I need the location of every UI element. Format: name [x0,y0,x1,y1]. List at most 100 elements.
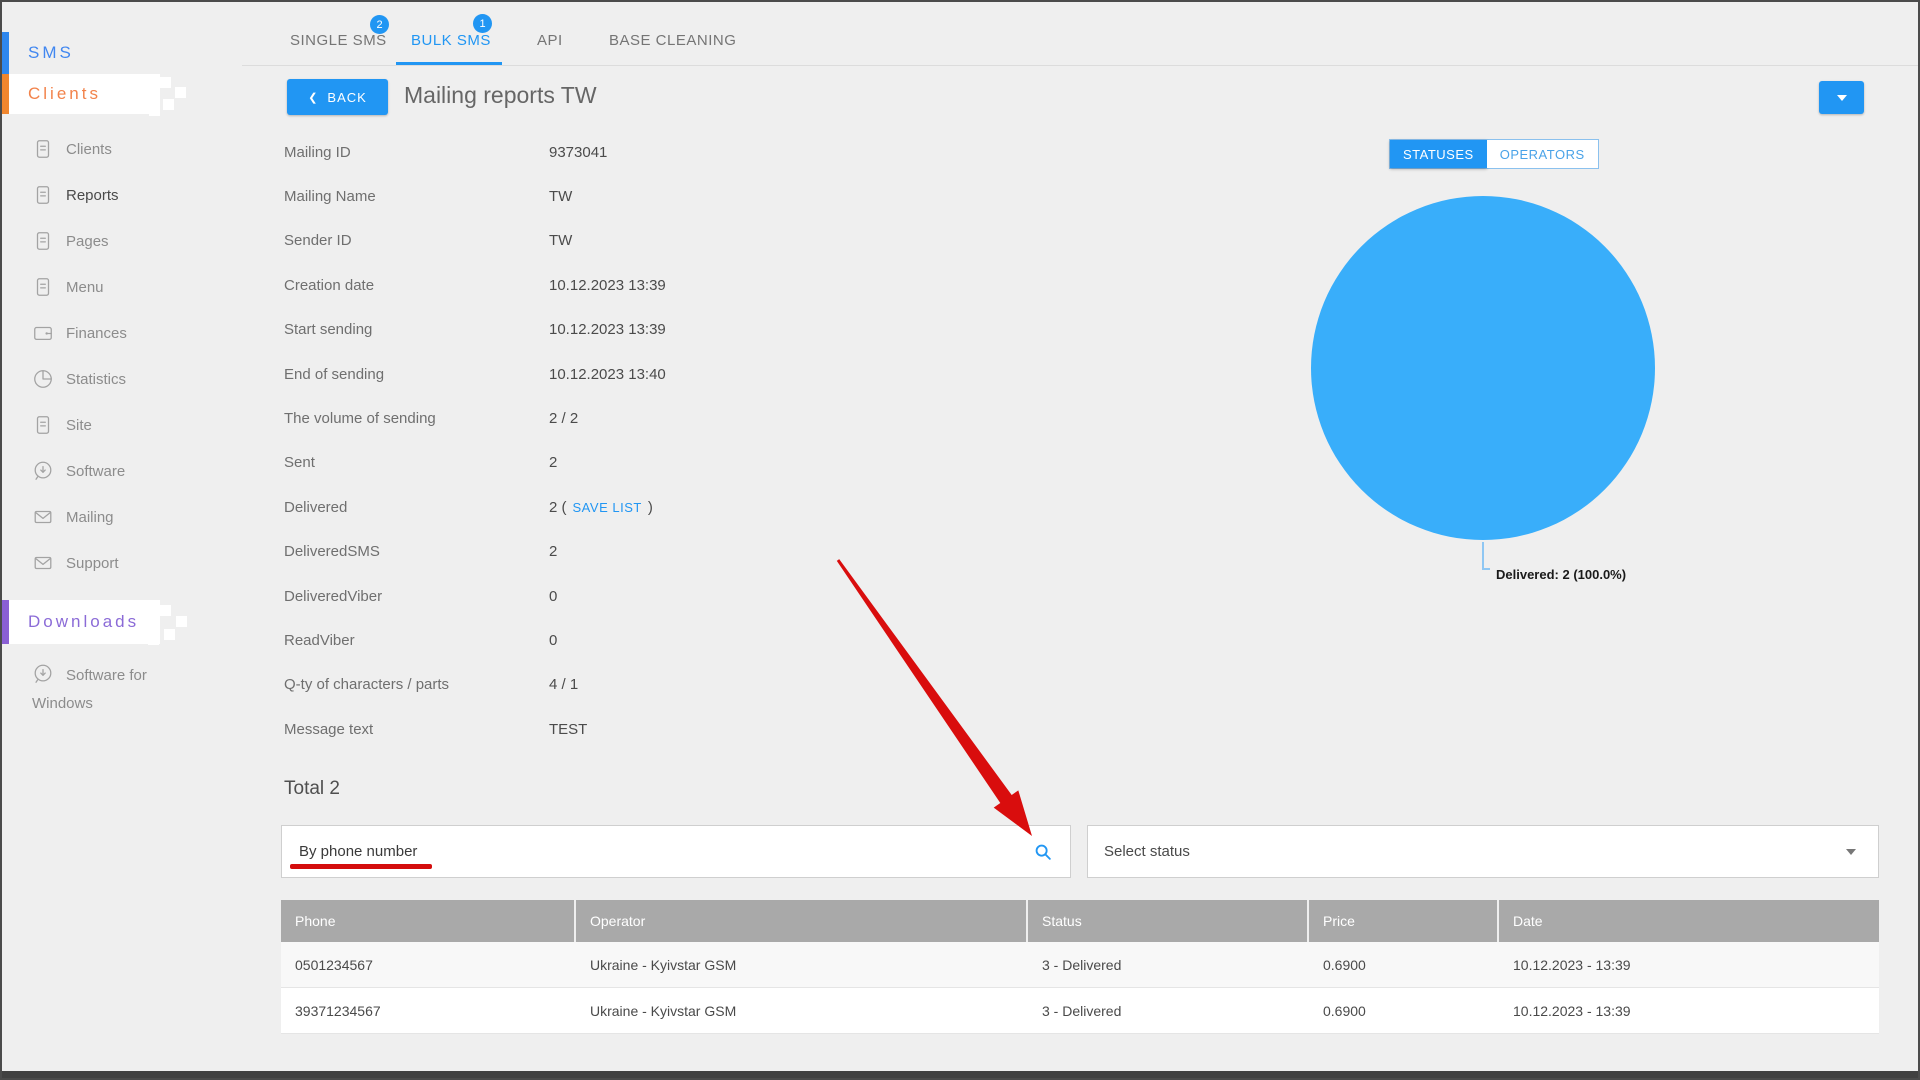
table-cell-date: 10.12.2023 - 13:39 [1513,1002,1631,1019]
document-icon [32,184,54,206]
red-underline-annotation [290,864,432,869]
sidebar-item-mailing[interactable]: Mailing [2,494,232,540]
download-icon [32,460,54,482]
table-header-date: Date [1513,913,1543,929]
phone-search-input[interactable] [297,842,1032,861]
chart-toggle: STATUSES OPERATORS [1389,139,1599,169]
detail-value: 0 [549,631,558,649]
pixel-decoration [164,629,175,640]
back-button-label: BACK [327,89,367,105]
envelope-icon [32,552,54,574]
chevron-down-icon [1836,94,1847,101]
document-icon [32,276,54,298]
sidebar-menu: Clients Reports Pages Menu Finances Statistic… [2,126,232,586]
sidebar-item-label: Clients [66,140,112,158]
section-accent-bar [2,600,9,644]
page-title: Mailing reports TW [404,82,597,108]
pie-callout-line [1482,542,1484,570]
back-button[interactable]: ❮ BACK [287,79,388,115]
sidebar-item-pages[interactable]: Pages [2,218,232,264]
sidebar-item-label: Site [66,416,92,434]
search-icon[interactable] [1032,841,1054,863]
sidebar-item-finances[interactable]: Finances [2,310,232,356]
sidebar-item-software-for-windows[interactable]: Software for Windows [2,662,172,718]
envelope-icon [32,506,54,528]
tab-base-cleaning[interactable]: BASE CLEANING [609,32,736,49]
table-cell-operator: Ukraine - Kyivstar GSM [590,1002,737,1019]
detail-label: Mailing ID [284,143,351,161]
detail-label: Q-ty of characters / parts [284,676,450,694]
tab-badge: 2 [370,15,389,34]
detail-row-mailing-id: Mailing ID 9373041 [284,130,1044,174]
tab-bulk-sms[interactable]: BULK SMS [411,32,491,49]
sidebar-item-label: Finances [66,324,127,342]
table-row[interactable]: 0501234567 Ukraine - Kyivstar GSM 3 - Deli… [281,942,1879,988]
pie-callout-label: Delivered: 2 (100.0%) [1496,567,1627,582]
detail-label: Creation date [284,276,375,294]
table-header-row: Phone Operator Status Price Date [281,900,1879,942]
save-list-link[interactable]: SAVE LIST [573,500,642,515]
chevron-left-icon: ❮ [308,91,319,104]
report-table: Phone Operator Status Price Date 0501234567 Uk… [281,900,1879,1034]
phone-search-box [281,825,1071,878]
mailing-details: Mailing ID 9373041 Mailing Name TW Sender ID… [284,130,1044,751]
detail-label: End of sending [284,365,385,383]
chart-toggle-statuses[interactable]: STATUSES [1390,140,1487,168]
detail-row-end-of-sending: End of sending 10.12.2023 13:40 [284,352,1044,396]
document-icon [32,138,54,160]
table-header-operator: Operator [576,900,1028,942]
document-icon [32,414,54,436]
detail-value: 4 / 1 [549,676,579,694]
detail-row-sent: Sent 2 [284,441,1044,485]
tab-badge: 1 [473,14,492,33]
sidebar-item-support[interactable]: Support [2,540,232,586]
sidebar-item-menu[interactable]: Menu [2,264,232,310]
detail-value: 2 (SAVE LIST) [549,498,653,516]
sidebar-section-downloads[interactable]: Downloads [2,600,187,645]
chart-toggle-operators[interactable]: OPERATORS [1486,140,1598,168]
sidebar-section-clients[interactable]: Clients [2,74,186,116]
sidebar-section-label: Clients [28,84,101,103]
detail-label: Message text [284,720,374,738]
status-select-value: Select status [1104,843,1190,860]
sidebar-item-label: Reports [66,186,119,204]
table-cell-phone: 39371234567 [295,1002,381,1019]
sidebar-item-label: Software [66,462,126,480]
sidebar-section-sms[interactable]: SMS [2,32,192,74]
detail-value: 10.12.2023 13:39 [549,321,666,339]
sidebar-item-site[interactable]: Site [2,402,232,448]
pixel-decoration [148,634,159,645]
detail-value: TEST [549,720,588,738]
sidebar-item-reports[interactable]: Reports [2,172,232,218]
table-header-phone: Phone [281,900,576,942]
chevron-down-icon [1846,848,1856,855]
table-cell-status: 3 - Delivered [1042,956,1122,973]
total-count-label: Total 2 [284,778,340,799]
document-icon [32,230,54,252]
detail-label: DeliveredSMS [284,543,380,561]
sidebar-item-software[interactable]: Software [2,448,232,494]
detail-label: ReadViber [284,631,355,649]
detail-row-q-ty-of-characters-parts: Q-ty of characters / parts 4 / 1 [284,663,1044,707]
header-dropdown-button[interactable] [1819,81,1864,114]
detail-row-start-sending: Start sending 10.12.2023 13:39 [284,308,1044,352]
pixel-decoration [163,99,174,110]
tab-single-sms[interactable]: SINGLE SMS [290,32,387,49]
sidebar-item-label: Support [66,554,119,572]
tab-api[interactable]: API [537,32,563,49]
detail-value: 2 [549,543,558,561]
sidebar-item-statistics[interactable]: Statistics [2,356,232,402]
detail-row-deliveredsms: DeliveredSMS 2 [284,530,1044,574]
sidebar-downloads-menu: Software for Windows [2,662,172,718]
sidebar-item-clients[interactable]: Clients [2,126,232,172]
table-header-price: Price [1309,900,1499,942]
table-row[interactable]: 39371234567 Ukraine - Kyivstar GSM 3 - Del… [281,988,1879,1034]
sidebar-item-label: Pages [66,232,109,250]
detail-label: Delivered [284,498,348,516]
status-select[interactable]: Select status [1087,825,1879,878]
detail-value: 0 [549,587,558,605]
sidebar-section-label: SMS [28,43,74,62]
page: SMS Clients Clients Reports Pages Menu Finan… [0,0,1920,1080]
detail-row-sender-id: Sender ID TW [284,219,1044,263]
detail-row-creation-date: Creation date 10.12.2023 13:39 [284,263,1044,307]
